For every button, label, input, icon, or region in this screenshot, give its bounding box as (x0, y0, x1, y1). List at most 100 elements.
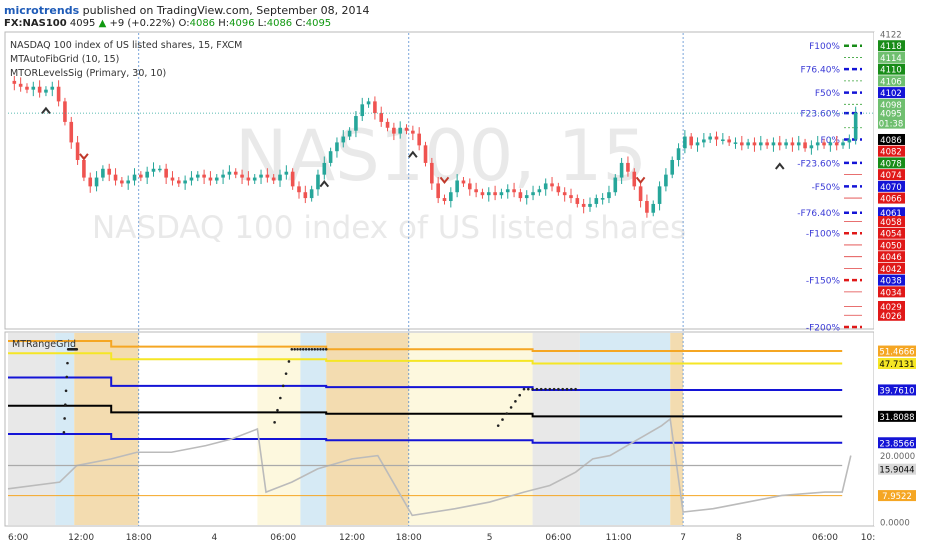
fib-label-10: -F200% (806, 324, 841, 334)
candle-body (37, 86, 42, 93)
candle-body (746, 142, 750, 146)
range-marker-dot (496, 424, 500, 427)
candle-body (18, 83, 23, 87)
range-marker-dot (574, 387, 577, 391)
candle-body (290, 171, 295, 187)
candle-body (151, 168, 156, 172)
time-label-2: 18:00 (126, 533, 152, 543)
candle-body (771, 142, 776, 146)
candle-body (512, 189, 516, 193)
candle-body (170, 177, 175, 181)
candle-body (113, 174, 118, 181)
price-tag-text-24: 4026 (880, 312, 902, 322)
fib-label-7: -F76.40% (797, 209, 840, 219)
candle-body (417, 133, 421, 146)
candle-body (347, 130, 352, 137)
candle-body (632, 171, 637, 187)
value-tag-text-4: 23.8566 (879, 439, 914, 449)
range-marker-dot (548, 387, 552, 391)
fib-label-0: F100% (809, 42, 840, 52)
range-marker-dot (301, 347, 305, 351)
range-marker-dot (316, 347, 319, 351)
time-label-0: 6:00 (8, 533, 28, 543)
candle-body (75, 142, 80, 160)
candle-body (651, 203, 656, 213)
session-shade-2 (74, 333, 139, 525)
indicator-orlevels-label[interactable]: MTORLevelsSig (Primary, 30, 10) (10, 68, 166, 79)
candle-body (202, 174, 206, 178)
fib-label-2: F50% (815, 89, 841, 99)
value-tag-text-0: 51.4666 (879, 348, 914, 358)
candle-body (815, 142, 820, 146)
candle-body (784, 142, 788, 146)
price-label-0: 4122 (880, 31, 902, 41)
candle-body (752, 142, 757, 146)
candle-body (499, 192, 504, 196)
range-marker-dot (561, 387, 564, 391)
candle-body (366, 101, 371, 105)
value-tag-text-3: 31.8088 (879, 413, 914, 423)
session-shade-0 (8, 333, 56, 525)
rangegrid-label[interactable]: MTRangeGrid (12, 339, 76, 350)
candle-body (265, 174, 270, 178)
candle-body (740, 142, 744, 146)
range-marker-dot (570, 387, 573, 391)
candle-body (252, 177, 257, 181)
candle-body (493, 192, 497, 196)
candle-body (139, 174, 143, 178)
price-tag-text-14: 4066 (880, 195, 902, 205)
range-marker-dot (293, 347, 296, 351)
range-marker-dot (273, 421, 276, 424)
candle-body (423, 145, 428, 163)
candle-body (841, 142, 845, 146)
range-marker-dot (557, 387, 560, 391)
candle-body (158, 168, 162, 171)
price-tag-text-13: 4070 (880, 183, 902, 193)
candle-body (309, 189, 314, 199)
candle-body (689, 136, 693, 146)
candle-body (474, 189, 478, 193)
candle-body (790, 142, 795, 146)
candle-body (50, 86, 55, 90)
candle-body (145, 171, 149, 178)
candle-body (518, 192, 523, 199)
candle-body (385, 121, 390, 128)
chart-canvas[interactable]: NAS100, 15 NASDAQ 100 index of US listed… (0, 0, 932, 550)
candle-body (221, 174, 225, 178)
watermark-description: NASDAQ 100 index of US listed shares (92, 210, 686, 246)
candle-body (303, 192, 308, 199)
candle-body (531, 192, 535, 196)
range-marker-dot (64, 403, 67, 406)
fib-label-8: -F100% (806, 230, 841, 240)
price-tag-text-18: 4050 (880, 241, 902, 251)
range-marker-dot (544, 387, 547, 391)
range-marker-dot (322, 347, 325, 351)
candle-body (670, 159, 675, 175)
candle-body (600, 198, 605, 200)
candle-body (581, 203, 586, 207)
price-tag-text-9: 4086 (880, 136, 902, 146)
candle-body (246, 177, 251, 181)
candle-body (714, 136, 719, 140)
candle-body (556, 186, 561, 193)
range-marker-dot (514, 400, 517, 403)
candle-body (44, 89, 48, 93)
price-tag-text-22: 4034 (880, 288, 902, 298)
candle-body (619, 162, 624, 178)
candle-body (809, 145, 814, 149)
candle-body (436, 183, 440, 199)
range-marker-dot (281, 384, 285, 388)
candle-body (240, 174, 244, 178)
candle-body (316, 174, 320, 190)
value-label-8: 0.0000 (880, 519, 910, 529)
candle-body (411, 130, 415, 134)
session-shade-1 (55, 333, 75, 525)
range-marker-dot (509, 406, 513, 409)
candle-body (183, 180, 187, 184)
indicator-autofib-label[interactable]: MTAutoFibGrid (10, 15) (10, 54, 119, 65)
candle-body (341, 136, 346, 143)
candle-body (683, 136, 687, 149)
range-marker-dot (518, 393, 521, 397)
time-label-12: 06:00 (812, 533, 838, 543)
candle-body (322, 162, 327, 175)
